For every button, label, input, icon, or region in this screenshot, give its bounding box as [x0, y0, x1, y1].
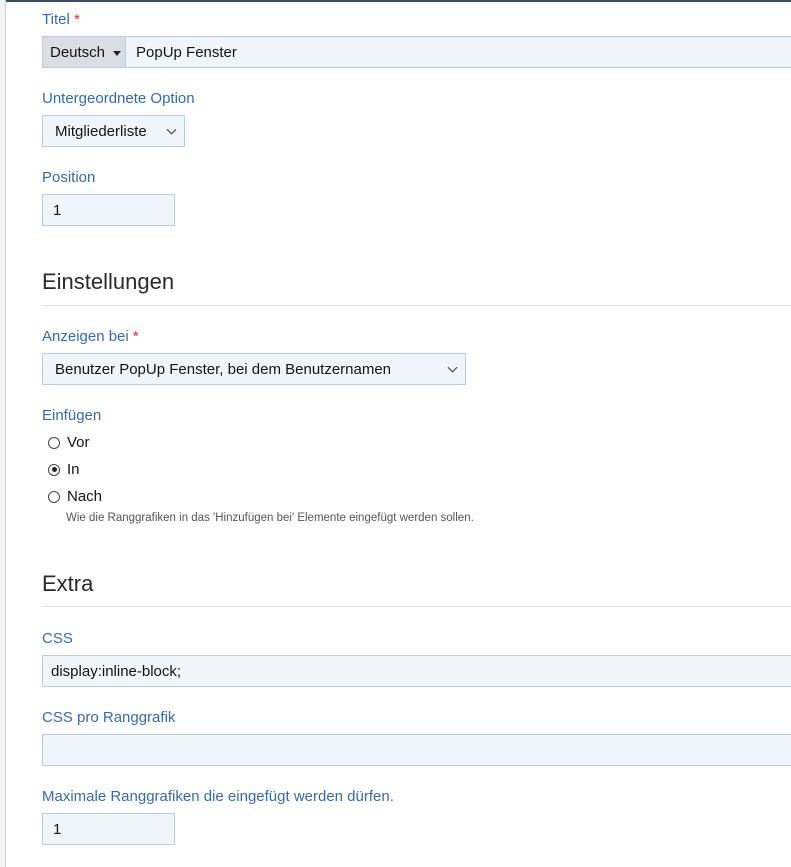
extra-divider: [42, 606, 791, 607]
css-label-text: CSS: [42, 630, 73, 647]
settings-divider: [42, 305, 791, 306]
display-at-label-text: Anzeigen bei: [42, 328, 129, 345]
left-rail: [0, 0, 6, 867]
insert-label-text: Einfügen: [42, 407, 102, 424]
radio-label: Vor: [67, 434, 90, 451]
display-at-label: Anzeigen bei *: [42, 328, 139, 345]
required-mark: *: [132, 328, 139, 345]
insert-hint: Wie die Ranggrafiken in das 'Hinzufügen …: [66, 512, 474, 524]
insert-label: Einfügen: [42, 407, 101, 424]
css-per-rank-label-text: CSS pro Ranggrafik: [42, 709, 176, 726]
settings-heading: Einstellungen: [42, 269, 174, 295]
extra-heading-text: Extra: [42, 571, 94, 596]
settings-form: Titel * Deutsch PopUp Fenster Untergeord…: [0, 0, 791, 867]
css-label: CSS: [42, 630, 73, 647]
max-ranks-label-text: Maximale Ranggrafiken die eingefügt werd…: [42, 788, 394, 805]
radio-label: Nach: [67, 488, 103, 505]
sub-option-select[interactable]: Mitgliederliste: [42, 115, 185, 147]
radio-label: In: [67, 461, 80, 478]
radio-checked-icon[interactable]: [48, 463, 60, 476]
sub-option-selected: Mitgliederliste: [55, 122, 147, 140]
css-input[interactable]: display:inline-block;: [42, 655, 791, 687]
max-ranks-label: Maximale Ranggrafiken die eingefügt werd…: [42, 788, 394, 805]
required-mark: *: [73, 11, 80, 28]
radio-option-before[interactable]: Vor: [42, 434, 90, 451]
position-input-value: 1: [53, 201, 62, 219]
max-ranks-input-value: 1: [53, 820, 62, 838]
position-input[interactable]: 1: [42, 194, 175, 226]
css-per-rank-input[interactable]: [42, 734, 791, 766]
display-at-select[interactable]: Benutzer PopUp Fenster, bei dem Benutzer…: [42, 353, 466, 385]
max-ranks-input[interactable]: 1: [42, 813, 175, 845]
radio-option-after[interactable]: Nach: [42, 488, 102, 505]
position-label-text: Position: [42, 169, 96, 186]
title-label: Titel *: [42, 11, 80, 28]
title-input[interactable]: PopUp Fenster: [125, 36, 791, 68]
insert-hint-text: Wie die Ranggrafiken in das 'Hinzufügen …: [66, 512, 474, 524]
radio-unchecked-icon[interactable]: [48, 490, 60, 503]
language-dropdown-button[interactable]: Deutsch: [42, 36, 126, 68]
radio-option-in[interactable]: In: [42, 461, 80, 478]
top-rule: [6, 0, 791, 2]
language-label: Deutsch: [50, 43, 106, 61]
chevron-down-icon: [447, 362, 458, 373]
radio-unchecked-icon[interactable]: [48, 436, 60, 449]
sub-option-label: Untergeordnete Option: [42, 90, 195, 107]
css-per-rank-label: CSS pro Ranggrafik: [42, 709, 175, 726]
title-label-text: Titel: [42, 11, 70, 28]
title-input-value: PopUp Fenster: [136, 43, 237, 61]
css-input-value: display:inline-block;: [51, 662, 182, 680]
sub-option-label-text: Untergeordnete Option: [42, 90, 195, 107]
display-at-selected: Benutzer PopUp Fenster, bei dem Benutzer…: [55, 360, 392, 378]
position-label: Position: [42, 169, 95, 186]
chevron-down-icon: [166, 124, 177, 135]
extra-heading: Extra: [42, 571, 93, 597]
settings-heading-text: Einstellungen: [42, 269, 175, 294]
caret-down-icon: [113, 50, 122, 56]
